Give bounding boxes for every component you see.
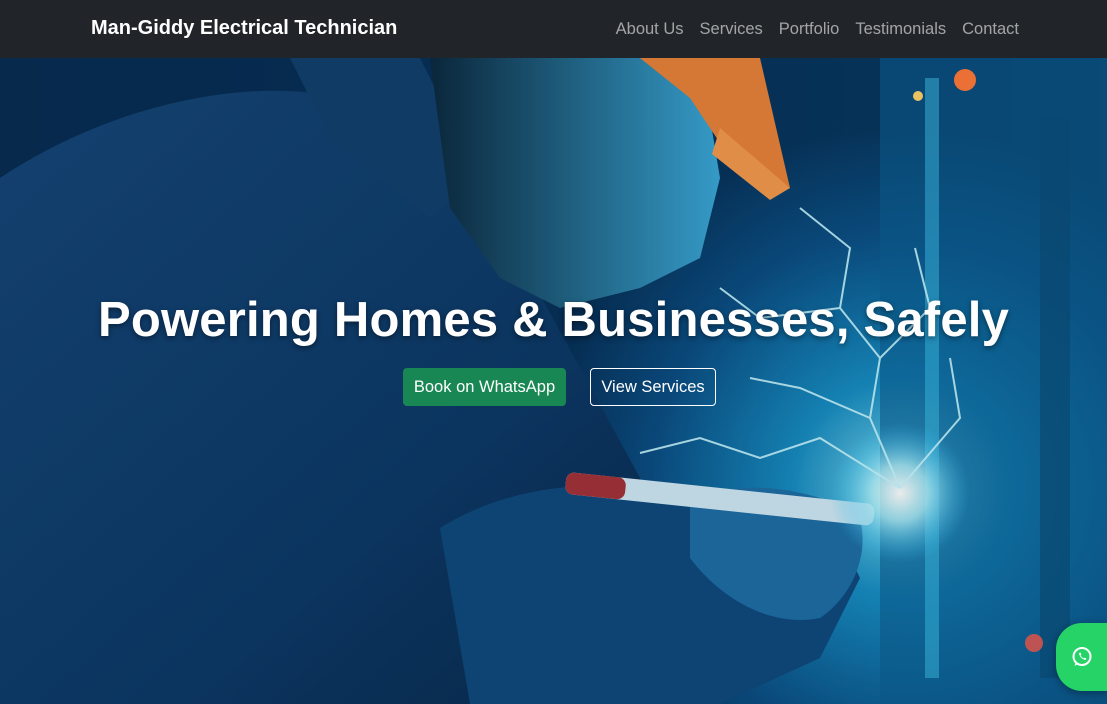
whatsapp-icon (1072, 647, 1092, 666)
nav-link-portfolio[interactable]: Portfolio (771, 19, 848, 39)
book-whatsapp-button[interactable]: Book on WhatsApp (403, 368, 566, 406)
nav-links: About Us Services Portfolio Testimonials… (608, 19, 1019, 39)
hero-title: Powering Homes & Businesses, Safely (97, 293, 1010, 347)
nav-link-contact[interactable]: Contact (954, 19, 1019, 39)
whatsapp-float-button[interactable] (1056, 623, 1107, 691)
brand-link[interactable]: Man-Giddy Electrical Technician (91, 17, 397, 40)
view-services-button[interactable]: View Services (590, 368, 716, 406)
hero-section: Powering Homes & Businesses, Safely Book… (0, 58, 1107, 704)
navbar: Man-Giddy Electrical Technician About Us… (0, 0, 1107, 58)
nav-link-services[interactable]: Services (692, 19, 771, 39)
nav-link-testimonials[interactable]: Testimonials (847, 19, 954, 39)
nav-link-about[interactable]: About Us (608, 19, 692, 39)
